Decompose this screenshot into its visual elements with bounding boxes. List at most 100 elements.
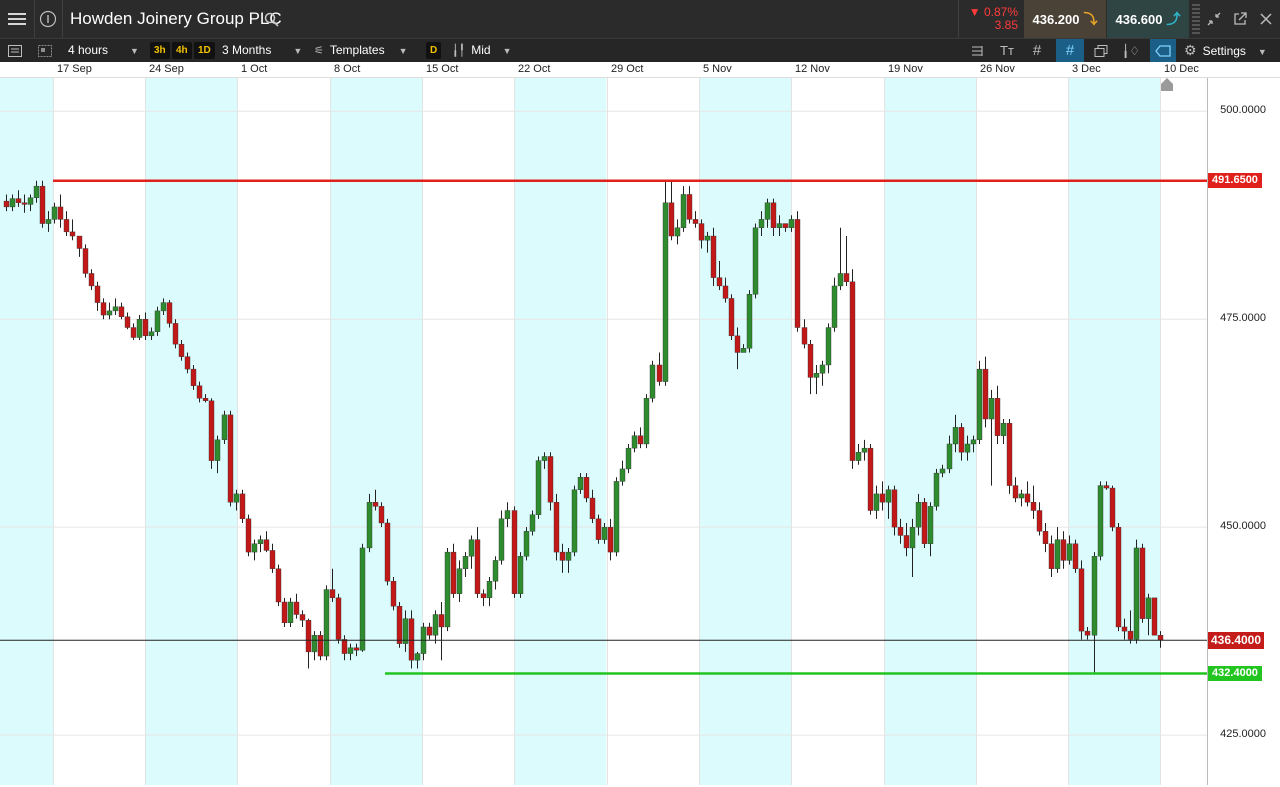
scroll-up-icon[interactable] bbox=[1160, 78, 1174, 92]
candle-down bbox=[958, 427, 965, 453]
d-button[interactable]: D bbox=[426, 42, 442, 59]
candle-down bbox=[1109, 487, 1116, 528]
candle-up bbox=[601, 526, 608, 540]
candle-icon[interactable]: ╽♢ bbox=[1120, 42, 1142, 59]
candle-up bbox=[106, 310, 113, 316]
candle-down bbox=[94, 285, 101, 303]
candle-down bbox=[39, 185, 46, 224]
date-tick-label: 22 Oct bbox=[518, 63, 551, 75]
candle-down bbox=[1084, 630, 1091, 636]
candle-down bbox=[722, 285, 729, 299]
buy-price: 436.600 bbox=[1115, 11, 1163, 27]
interval-caret-icon: ▼ bbox=[130, 46, 139, 56]
candle-up bbox=[861, 447, 868, 453]
candle-up bbox=[311, 635, 318, 653]
candle-up bbox=[680, 194, 687, 228]
drag-handle[interactable] bbox=[1192, 4, 1200, 34]
minimize-chart-icon[interactable] bbox=[1204, 10, 1224, 28]
date-tick-label: 10 Dec bbox=[1164, 63, 1199, 75]
week-shade bbox=[699, 78, 792, 785]
candle-up bbox=[939, 468, 946, 474]
candle-up bbox=[764, 202, 771, 220]
candle-down bbox=[184, 356, 191, 370]
list-icon[interactable] bbox=[966, 42, 988, 59]
candle-up bbox=[643, 398, 650, 445]
date-tick-label: 8 Oct bbox=[334, 63, 361, 75]
candle-up bbox=[1000, 422, 1007, 436]
candle-down bbox=[190, 368, 197, 386]
duplicate-icon[interactable] bbox=[1090, 42, 1112, 59]
hamburger-icon[interactable] bbox=[6, 9, 28, 29]
candle-down bbox=[166, 302, 173, 324]
text-tool-icon[interactable]: Tᴛ bbox=[996, 42, 1018, 59]
candle-up bbox=[970, 439, 977, 445]
crosshair-grid-icon[interactable]: # bbox=[1056, 39, 1084, 62]
close-icon[interactable] bbox=[1256, 10, 1276, 28]
candle-down bbox=[921, 502, 928, 544]
settings-label: Settings bbox=[1202, 44, 1246, 58]
price-type-select[interactable]: ╽╿ Mid ▼ bbox=[452, 39, 512, 62]
candle-down bbox=[263, 539, 270, 551]
candle-up bbox=[927, 506, 934, 544]
candle-down bbox=[801, 327, 808, 345]
candle-up bbox=[674, 227, 681, 237]
buy-price-button[interactable]: 436.600 ⤴ bbox=[1107, 0, 1189, 38]
interval-3h-button[interactable]: 3h bbox=[150, 42, 170, 59]
candle-up bbox=[323, 589, 330, 657]
candle-up bbox=[571, 489, 578, 553]
templates-select[interactable]: ⚟ Templates ▼ bbox=[314, 39, 408, 62]
candle-down bbox=[69, 231, 76, 237]
settings-button[interactable]: ⚙ Settings ▼ bbox=[1184, 39, 1267, 62]
sell-price-button[interactable]: 436.200 ⤵ bbox=[1024, 0, 1106, 38]
templates-icon: ⚟ bbox=[314, 45, 324, 57]
grid-icon[interactable]: # bbox=[1026, 42, 1048, 59]
candle-down bbox=[879, 493, 886, 503]
date-tick-label: 3 Dec bbox=[1072, 63, 1101, 75]
templates-caret-icon: ▼ bbox=[398, 46, 408, 56]
candle-down bbox=[124, 316, 131, 328]
candle-down bbox=[637, 435, 644, 445]
candle-down bbox=[1024, 493, 1031, 503]
resistance-price-tag: 491.6500 bbox=[1208, 173, 1262, 189]
candle-down bbox=[202, 398, 209, 401]
layout-icon[interactable] bbox=[36, 42, 54, 59]
interval-4h-button[interactable]: 4h bbox=[172, 42, 192, 59]
interval-select[interactable]: 4 hours ▼ bbox=[68, 39, 139, 62]
candle-down bbox=[903, 535, 910, 549]
candle-down bbox=[1157, 635, 1164, 641]
price-chart[interactable] bbox=[0, 78, 1207, 785]
candle-up bbox=[565, 551, 572, 561]
candle-up bbox=[154, 310, 161, 332]
candle-up bbox=[517, 556, 524, 594]
candle-down bbox=[1078, 568, 1085, 632]
popout-icon[interactable] bbox=[1230, 10, 1250, 28]
candle-up bbox=[1066, 543, 1073, 561]
candle-up bbox=[432, 614, 439, 636]
sidebar-toggle-icon[interactable] bbox=[6, 42, 24, 59]
candle-down bbox=[118, 306, 125, 317]
candle-up bbox=[831, 285, 838, 328]
candle-up bbox=[112, 306, 119, 312]
range-select[interactable]: 3 Months ▼ bbox=[222, 39, 302, 62]
current-price-tag: 436.4000 bbox=[1208, 631, 1264, 649]
candle-up bbox=[855, 452, 862, 461]
candle-down bbox=[281, 601, 288, 624]
interval-1d-button[interactable]: 1D bbox=[194, 42, 215, 59]
candle-up bbox=[359, 547, 366, 651]
candle-down bbox=[807, 343, 814, 378]
candle-up bbox=[619, 468, 626, 482]
label-icon[interactable] bbox=[1150, 39, 1176, 62]
candle-down bbox=[849, 281, 856, 461]
buy-arrow-icon: ⤴ bbox=[1166, 11, 1181, 27]
candle-down bbox=[305, 620, 312, 653]
search-icon[interactable] bbox=[262, 10, 280, 28]
price-tick-label: 475.0000 bbox=[1220, 312, 1266, 325]
candle-down bbox=[583, 477, 590, 499]
candle-down bbox=[426, 626, 433, 636]
candle-up bbox=[233, 493, 240, 503]
candle-up bbox=[287, 601, 294, 624]
info-icon[interactable] bbox=[38, 9, 58, 29]
support-price-tag: 432.4000 bbox=[1208, 666, 1262, 682]
candle-down bbox=[275, 568, 282, 603]
candle-up bbox=[837, 273, 844, 287]
